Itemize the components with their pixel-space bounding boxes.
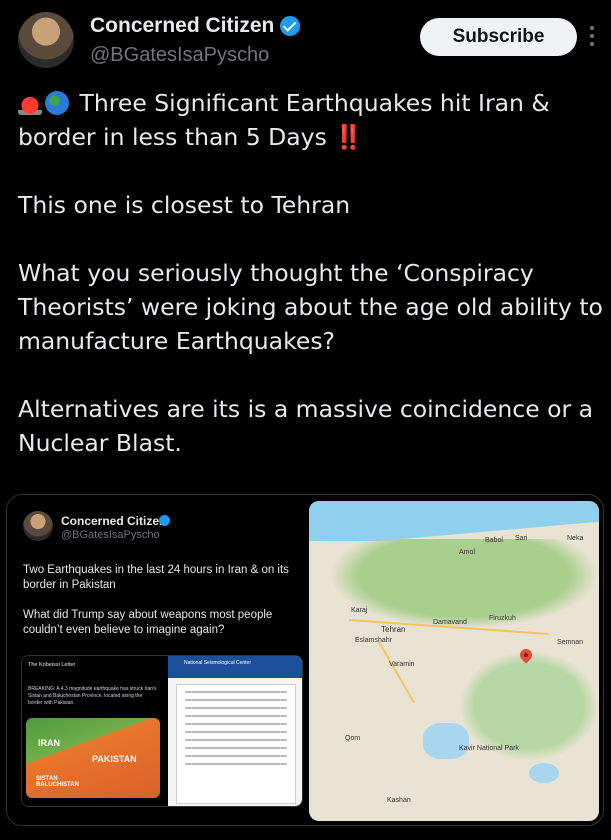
tweet-paragraph-2: This one is closest to Tehran [18, 191, 351, 219]
map-label-tehran: Tehran [381, 625, 406, 634]
tweet-line-1: Three Significant Earthquakes hit Iran &… [18, 89, 550, 151]
seismic-report-image: National Seismological Center [168, 656, 302, 806]
region-map-image: IRAN PAKISTAN SISTAN BALUCHISTAN [26, 718, 160, 798]
highway [378, 641, 415, 704]
news-body: BREAKING: A 4.3 magnitude earthquake has… [28, 686, 157, 706]
media-attachment[interactable]: Concerned Citizen @BGatesIsaPyscho Two E… [6, 494, 604, 826]
author-name-row: Concerned Citizen [90, 14, 301, 38]
author-handle[interactable]: @BGatesIsaPyscho [90, 44, 269, 67]
small-lake [529, 763, 559, 783]
quoted-verified-icon [159, 515, 170, 526]
tweet-header: Concerned Citizen @BGatesIsaPyscho Subsc… [18, 12, 598, 74]
map-label-karaj: Karaj [351, 607, 368, 614]
tweet-paragraph-4: Alternatives are its is a massive coinci… [18, 395, 594, 457]
author-avatar[interactable] [18, 12, 74, 68]
salt-lake [423, 723, 469, 759]
map-label-amol: Amol [459, 549, 475, 556]
map-label-firuzkuh: Firuzkuh [489, 615, 516, 622]
map-label-province: SISTAN BALUCHISTAN [36, 776, 79, 788]
tweet-text: Three Significant Earthquakes hit Iran &… [18, 86, 603, 494]
quoted-text: Two Earthquakes in the last 24 hours in … [23, 563, 303, 653]
news-source: The Kobeissi Letter [28, 662, 76, 668]
verified-badge-icon [280, 16, 301, 36]
map-label-neka: Neka [567, 535, 584, 542]
map-label-kashan: Kashan [387, 797, 411, 804]
more-options-icon[interactable] [589, 26, 595, 50]
map-label-eslamshahr: Eslamshahr [355, 637, 392, 644]
double-exclamation-icon: ‼️ [334, 123, 364, 151]
tweet-paragraph-1: Three Significant Earthquakes hit Iran &… [18, 86, 603, 154]
map-label-varamin: Varamin [389, 661, 415, 668]
map-label-semnan: Semnan [557, 639, 584, 646]
map-label-iran: IRAN [38, 738, 60, 748]
map-label-pakistan: PAKISTAN [92, 754, 137, 764]
quoted-screenshot[interactable]: Concerned Citizen @BGatesIsaPyscho Two E… [7, 495, 307, 825]
quoted-text-2: What did Trump say about weapons most pe… [23, 609, 273, 636]
map-label-babol: Babol [485, 537, 503, 544]
quoted-text-1: Two Earthquakes in the last 24 hours in … [23, 564, 289, 591]
quoted-media: The Kobeissi Letter BREAKING: A 4.3 magn… [21, 655, 303, 807]
report-header-title: National Seismological Center [184, 660, 251, 666]
map-label-damavand: Damavand [433, 619, 467, 626]
caspian-sea [309, 501, 599, 541]
author-name[interactable]: Concerned Citizen [90, 14, 274, 38]
earthquake-map-image[interactable]: Babol Amol Karaj Tehran Eslamshahr Damav… [309, 501, 599, 821]
map-label-qom: Qom [345, 735, 361, 742]
siren-icon [18, 91, 42, 115]
quoted-author-name: Concerned Citizen [61, 514, 167, 528]
globe-icon [45, 91, 69, 115]
subscribe-button[interactable]: Subscribe [420, 18, 577, 56]
quoted-avatar [23, 511, 53, 541]
quoted-author-handle: @BGatesIsaPyscho [61, 529, 160, 541]
map-label-kavir: Kavir National Park [459, 745, 519, 752]
quoted-news-card: The Kobeissi Letter BREAKING: A 4.3 magn… [22, 656, 166, 806]
tweet-paragraph-3: What you seriously thought the ‘Conspira… [18, 259, 603, 355]
map-label-sari: Sari [515, 535, 528, 542]
report-header: National Seismological Center [168, 656, 302, 678]
report-document [176, 684, 296, 804]
